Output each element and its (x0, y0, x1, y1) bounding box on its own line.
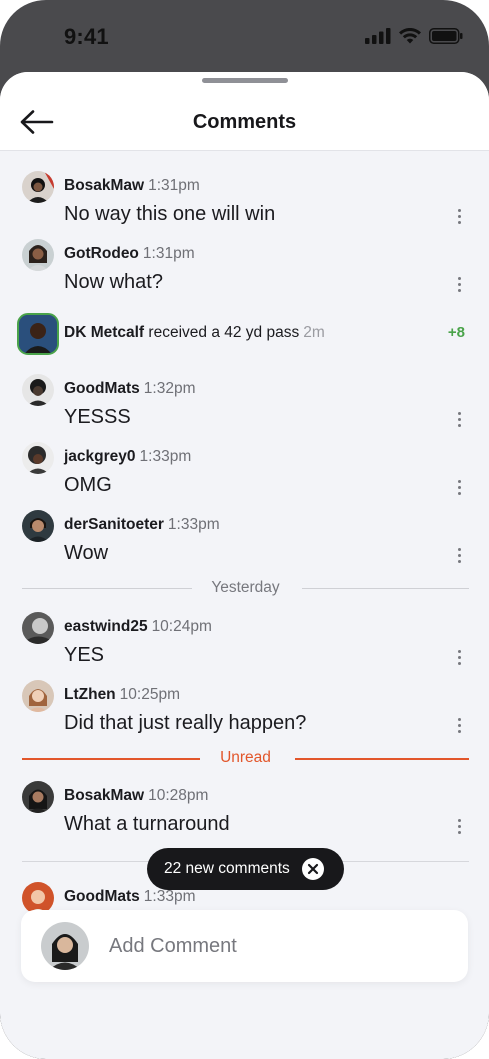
event-text: DK Metcalf received a 42 yd pass 2m (64, 324, 325, 342)
status-icons (365, 28, 463, 44)
more-options-icon[interactable] (452, 480, 466, 498)
comment-meta: eastwind25 10:24pm (64, 618, 212, 636)
timestamp: 1:31pm (142, 245, 195, 262)
status-time: 9:41 (64, 24, 109, 49)
timestamp: 1:33pm (143, 888, 196, 905)
comment-item: derSanitoeter 1:33pm Wow (0, 510, 489, 578)
comment-item: BosakMaw 1:31pm No way this one will win (0, 171, 489, 239)
username[interactable]: derSanitoeter (64, 516, 164, 533)
username[interactable]: GoodMats (64, 888, 140, 905)
avatar[interactable] (22, 239, 54, 271)
username[interactable]: GoodMats (64, 380, 140, 397)
comment-meta: BosakMaw 1:31pm (64, 177, 200, 195)
signal-icon (365, 28, 391, 44)
comment-meta: GotRodeo 1:31pm (64, 245, 195, 263)
username[interactable]: BosakMaw (64, 787, 144, 804)
avatar[interactable] (22, 374, 54, 406)
avatar[interactable] (22, 680, 54, 712)
page-title: Comments (192, 111, 297, 133)
comment-meta: GoodMats 1:33pm (64, 888, 195, 906)
close-icon[interactable] (302, 858, 324, 880)
event-points: +8 (447, 324, 465, 341)
sheet-grabber[interactable] (202, 78, 288, 83)
comment-item: LtZhen 10:25pm Did that just really happe… (0, 680, 489, 748)
status-bar: 9:41 (0, 0, 489, 72)
avatar[interactable] (22, 510, 54, 542)
comment-text: Did that just really happen? (64, 712, 307, 734)
unread-divider: Unread (22, 749, 469, 769)
more-options-icon[interactable] (452, 209, 466, 227)
battery-icon (429, 28, 463, 44)
more-options-icon[interactable] (452, 277, 466, 295)
timestamp: 1:33pm (139, 448, 192, 465)
username[interactable]: eastwind25 (64, 618, 148, 635)
event-time: 2m (303, 324, 325, 341)
comment-text: No way this one will win (64, 203, 276, 225)
avatar[interactable] (22, 612, 54, 644)
comment-item: GotRodeo 1:31pm Now what? (0, 239, 489, 307)
more-options-icon[interactable] (452, 650, 466, 668)
more-options-icon[interactable] (452, 548, 466, 566)
avatar[interactable] (22, 171, 54, 203)
comment-text: YES (64, 644, 105, 666)
comment-meta: jackgrey0 1:33pm (64, 448, 191, 466)
timestamp: 10:25pm (119, 686, 180, 703)
player-avatar[interactable] (17, 313, 59, 355)
timestamp: 1:31pm (148, 177, 200, 194)
timestamp: 10:28pm (148, 787, 209, 804)
username[interactable]: LtZhen (64, 686, 116, 703)
avatar[interactable] (22, 781, 54, 813)
comment-item: GoodMats 1:32pm YESSS (0, 374, 489, 442)
comment-item: jackgrey0 1:33pm OMG (0, 442, 489, 510)
avatar (41, 922, 89, 970)
add-comment-input[interactable] (109, 930, 449, 962)
comment-text: Wow (64, 542, 109, 564)
more-options-icon[interactable] (452, 718, 466, 736)
timestamp: 1:32pm (143, 380, 196, 397)
comment-meta: LtZhen 10:25pm (64, 686, 180, 704)
comment-meta: BosakMaw 10:28pm (64, 787, 208, 805)
comment-meta: GoodMats 1:32pm (64, 380, 195, 398)
username[interactable]: GotRodeo (64, 245, 139, 262)
comment-text: YESSS (64, 406, 131, 428)
comment-meta: derSanitoeter 1:33pm (64, 516, 220, 534)
event-action: received a 42 yd pass (148, 324, 300, 341)
username[interactable]: jackgrey0 (64, 448, 136, 465)
more-options-icon[interactable] (452, 819, 466, 837)
comment-item: eastwind25 10:24pm YES (0, 612, 489, 680)
comments-sheet: Comments BosakMaw 1:31pm No way this one … (0, 72, 489, 1059)
date-divider: Yesterday (22, 579, 469, 599)
avatar[interactable] (22, 442, 54, 474)
comment-text: OMG (64, 474, 112, 496)
player-name[interactable]: DK Metcalf (64, 324, 144, 341)
timestamp: 10:24pm (151, 618, 212, 635)
more-options-icon[interactable] (452, 412, 466, 430)
wifi-icon (399, 28, 421, 44)
comment-item: BosakMaw 10:28pm What a turnaround (0, 781, 489, 849)
new-comments-toast[interactable]: 22 new comments (147, 848, 344, 890)
play-event[interactable]: DK Metcalf received a 42 yd pass 2m +8 (0, 313, 489, 359)
timestamp: 1:33pm (167, 516, 220, 533)
comment-text: What a turnaround (64, 813, 230, 835)
phone-frame: 9:41 Comments BosakMaw 1:31pm No way thi… (0, 0, 489, 1059)
comment-feed[interactable]: BosakMaw 1:31pm No way this one will win … (0, 151, 489, 911)
comment-composer (21, 910, 468, 982)
comment-text: Now what? (64, 271, 163, 293)
new-comments-label[interactable]: 22 new comments (164, 860, 290, 878)
avatar[interactable] (22, 882, 54, 911)
nav-bar: Comments (0, 72, 489, 151)
username[interactable]: BosakMaw (64, 177, 144, 194)
